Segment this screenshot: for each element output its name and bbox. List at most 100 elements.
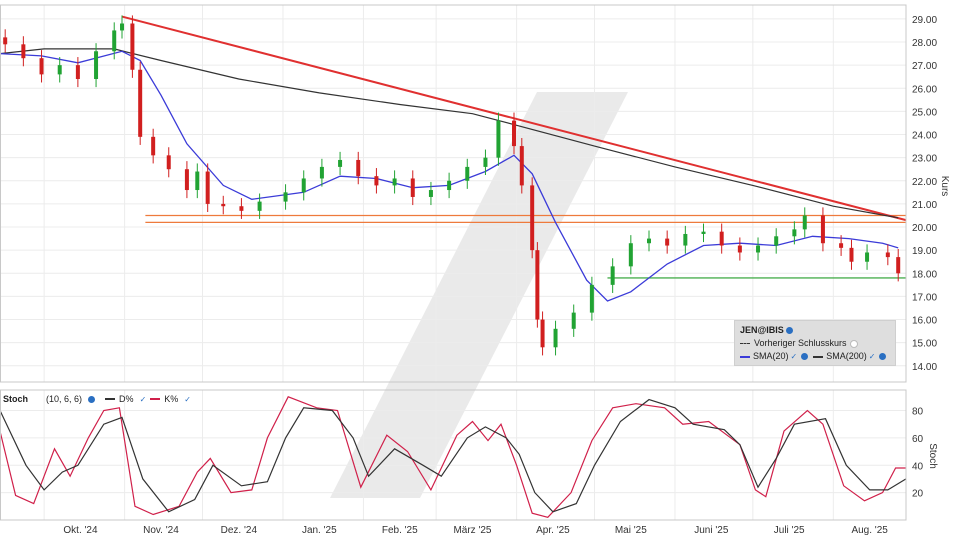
dashed-line-icon (740, 343, 750, 344)
candle-body (75, 65, 80, 80)
candle-body (896, 257, 901, 274)
candle-body (195, 171, 200, 191)
x-tick-label: Feb. '25 (382, 525, 418, 536)
stoch-axis-title: Stoch (927, 443, 938, 469)
checkmark-icon[interactable]: ✓ (184, 395, 191, 404)
k-line-icon (150, 398, 161, 400)
legend-sma200: SMA(200) (826, 351, 867, 361)
y-tick-label: 23.00 (912, 154, 937, 165)
candle-body (21, 44, 26, 59)
checkmark-icon[interactable]: ✓ (140, 395, 147, 404)
price-axis-title: Kurs (939, 176, 950, 197)
candle-body (719, 231, 724, 246)
stoch-y-tick-labels: 80 60 40 20 (912, 407, 924, 500)
y-tick-label: 40 (912, 461, 924, 472)
candle-body (3, 37, 8, 45)
candle-body (610, 266, 615, 285)
candle-body (820, 215, 825, 244)
candle-body (530, 185, 535, 251)
y-tick-label: 20.00 (912, 223, 937, 234)
x-tick-label: Juni '25 (694, 525, 729, 536)
candle-body (540, 319, 545, 348)
toggle-dot-icon[interactable] (849, 339, 858, 348)
settings-icon[interactable] (88, 395, 96, 403)
candle-body (802, 215, 807, 230)
candle-body (665, 238, 670, 246)
y-tick-label: 27.00 (912, 61, 937, 72)
candle-body (774, 236, 779, 246)
y-tick-label: 16.00 (912, 316, 937, 327)
candle-body (221, 203, 226, 207)
price-y-tick-labels: 29.00 28.00 27.00 26.00 25.00 24.00 23.00 22.00… (912, 15, 937, 373)
x-tick-labels: Okt. '24 Nov. '24 Dez. '24 Jan. '25 Feb. '25… (63, 525, 888, 536)
y-tick-label: 24.00 (912, 131, 937, 142)
settings-icon[interactable] (801, 353, 809, 360)
y-tick-label: 80 (912, 407, 924, 418)
y-tick-label: 26.00 (912, 84, 937, 95)
candle-body (112, 30, 117, 52)
candle-body (39, 58, 44, 75)
candle-body (737, 245, 742, 253)
candle-body (465, 166, 470, 181)
d-line-icon (105, 398, 116, 400)
candle-body (483, 157, 488, 167)
candle-body (628, 243, 633, 267)
settings-icon[interactable] (785, 327, 793, 334)
legend-sma20: SMA(20) (753, 351, 789, 361)
x-tick-label: Nov. '24 (143, 525, 179, 536)
checkmark-icon[interactable]: ✓ (869, 350, 876, 363)
x-tick-label: Okt. '24 (63, 525, 98, 536)
y-tick-label: 14.00 (912, 362, 937, 373)
candle-body (553, 328, 558, 348)
candle-body (839, 243, 844, 248)
sma200-line-icon (813, 355, 824, 358)
candle-body (301, 178, 306, 193)
candle-body (319, 166, 324, 179)
candle-body (496, 120, 501, 158)
candle-body (428, 190, 433, 197)
settings-icon[interactable] (879, 353, 887, 360)
stoch-params: (10, 6, 6) (46, 394, 83, 404)
candle-body (683, 233, 688, 246)
x-tick-label: Aug. '25 (851, 525, 888, 536)
candle-body (701, 231, 706, 234)
stoch-d-label: D% (119, 394, 134, 404)
candle-body (512, 120, 517, 147)
y-tick-label: 19.00 (912, 246, 937, 257)
candle-body (646, 238, 651, 244)
checkmark-icon[interactable]: ✓ (791, 350, 798, 363)
y-tick-label: 21.00 (912, 200, 937, 211)
candle-body (374, 176, 379, 186)
candle-body (130, 23, 135, 70)
candle-body (151, 136, 156, 156)
x-tick-label: Dez. '24 (221, 525, 258, 536)
candle-body (410, 178, 415, 197)
x-tick-label: März '25 (453, 525, 491, 536)
candle-body (57, 65, 62, 75)
y-tick-label: 60 (912, 434, 924, 445)
y-tick-label: 15.00 (912, 339, 937, 350)
candle-body (519, 146, 524, 186)
chart-svg: 29.00 28.00 27.00 26.00 25.00 24.00 23.00 22.00… (0, 4, 950, 536)
y-tick-label: 25.00 (912, 107, 937, 118)
candle-body (885, 252, 890, 258)
y-tick-label: 22.00 (912, 177, 937, 188)
candle-body (792, 229, 797, 237)
stoch-title: Stoch (3, 394, 29, 404)
candle-body (120, 23, 125, 31)
legend-prev-close: Vorheriger Schlusskurs (754, 338, 847, 348)
candle-body (571, 312, 576, 329)
watermark-logo (330, 92, 628, 498)
candle-body (138, 69, 143, 137)
stoch-k-label: K% (164, 394, 179, 404)
y-tick-label: 29.00 (912, 15, 937, 26)
y-tick-label: 20 (912, 489, 924, 500)
candle-body (849, 247, 854, 262)
legend-symbol: JEN@IBIS (740, 325, 784, 335)
x-tick-label: Juli '25 (774, 525, 805, 536)
x-tick-label: Apr. '25 (536, 525, 570, 536)
candle-body (392, 178, 397, 186)
candle-body (166, 155, 171, 170)
candle-body (756, 245, 761, 253)
candle-body (865, 252, 870, 262)
